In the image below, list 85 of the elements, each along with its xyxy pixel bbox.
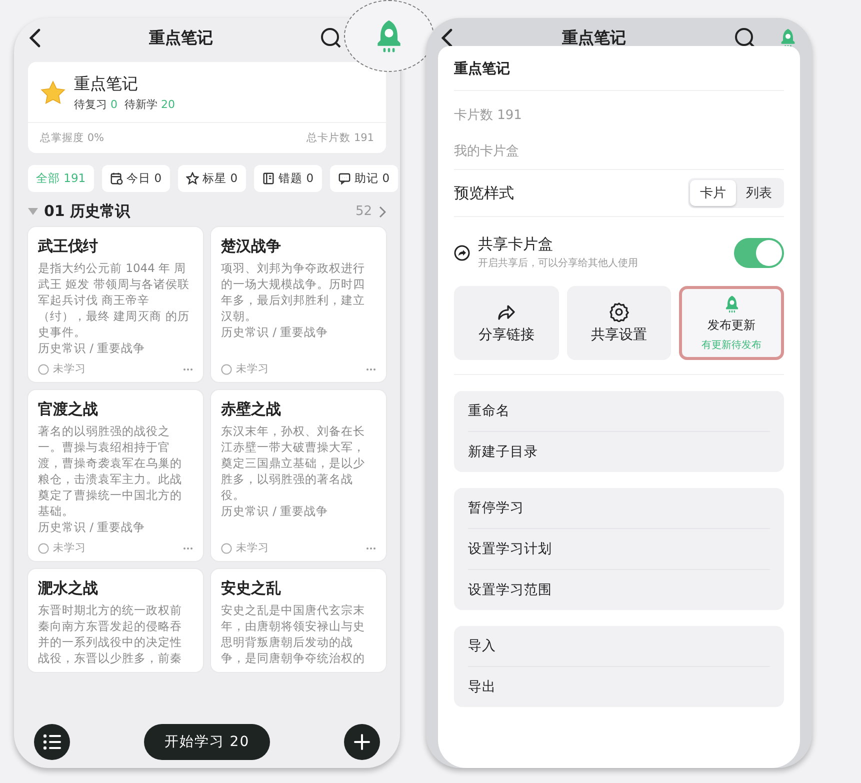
- card-title: 赤壁之战: [221, 400, 282, 419]
- study-status: 未学习: [53, 541, 87, 555]
- card-category: 历史常识 / 重要战争: [221, 503, 330, 519]
- add-button[interactable]: [344, 724, 380, 760]
- more-icon[interactable]: [366, 546, 376, 550]
- circle-icon: [38, 364, 49, 374]
- deck-title: 重点笔记: [74, 74, 139, 95]
- box-name: 我的卡片盒: [454, 143, 520, 161]
- study-status: 未学习: [53, 362, 87, 376]
- star-icon: [186, 172, 199, 185]
- action-tile[interactable]: 分享链接: [454, 286, 559, 360]
- book-icon: [262, 172, 275, 185]
- back-icon[interactable]: [28, 28, 42, 48]
- list-button[interactable]: [34, 724, 70, 760]
- deck-stats: 待复习 0 待新学 20: [74, 97, 175, 112]
- action-tile[interactable]: 发布更新 有更新待发布: [679, 286, 784, 360]
- more-icon[interactable]: [183, 368, 193, 370]
- card-description: 著名的以弱胜强的战役之一。曹操与袁绍相持于官渡，曹操奇袭袁军在乌巢的粮仓，击溃袁军主力。此战奠定了曹操统一中国北方的基础。: [38, 423, 183, 519]
- search-icon[interactable]: [320, 27, 342, 49]
- card-category: 历史常识 / 重要战争: [221, 324, 330, 340]
- back-icon[interactable]: [440, 28, 454, 48]
- circle-icon: [38, 542, 49, 554]
- menu-item[interactable]: 新建子目录: [468, 432, 770, 472]
- filter-chip[interactable]: 今日 0: [102, 165, 170, 192]
- share-subtitle: 开启共享后，可以分享给其他人使用: [478, 256, 639, 270]
- card-description: 东汉末年，孙权、刘备在长江赤壁一带大破曹操大军，奠定三国鼎立基础，是以少胜多，以弱胜强的著名战役。: [221, 423, 366, 503]
- note-card[interactable]: 官渡之战 著名的以弱胜强的战役之一。曹操与袁绍相持于官渡，曹操奇袭袁军在乌巢的粮仓，击溃袁军主力。此战奠定了曹操统一中国北方的基础。 历史常识 / 重要战争 未学习: [28, 390, 203, 561]
- list-icon: [43, 734, 61, 750]
- card-title: 淝水之战: [38, 579, 99, 598]
- pending-update-note: 有更新待发布: [702, 338, 762, 352]
- note-card[interactable]: 楚汉战争 项羽、刘邦为争夺政权进行的一场大规模战争。历时四年多，最后刘邦胜利，建立汉朝。 历史常识 / 重要战争 未学习: [211, 227, 386, 382]
- segment-option[interactable]: 列表: [736, 180, 782, 206]
- card-title: 楚汉战争: [221, 237, 282, 256]
- segment-option[interactable]: 卡片: [690, 180, 736, 206]
- more-icon[interactable]: [183, 546, 193, 550]
- calendar-icon: [110, 172, 123, 185]
- note-card[interactable]: 淝水之战 东晋时期北方的统一政权前秦向南方东晋发起的侵略吞并的一系列战役中的决定性战役，东晋以少胜多，前秦: [28, 569, 203, 672]
- circle-icon: [221, 542, 232, 554]
- page-title: 重点笔记: [561, 28, 627, 48]
- note-card[interactable]: 赤壁之战 东汉末年，孙权、刘备在长江赤壁一带大破曹操大军，奠定三国鼎立基础，是以少胜多，以弱胜强的著名战役。 历史常识 / 重要战争 未学习: [211, 390, 386, 561]
- card-count: 卡片数 191: [454, 107, 523, 125]
- section-count: 52: [355, 204, 372, 219]
- star-icon: [40, 80, 66, 106]
- menu-item[interactable]: 导出: [468, 667, 770, 707]
- menu-item[interactable]: 设置学习范围: [468, 570, 770, 610]
- card-category: 历史常识 / 重要战争: [38, 340, 146, 356]
- share-arrow-icon: [496, 302, 516, 322]
- card-category: 历史常识 / 重要战争: [38, 519, 146, 535]
- circle-icon: [221, 364, 232, 374]
- card-title: 官渡之战: [38, 400, 99, 419]
- more-icon[interactable]: [366, 368, 376, 370]
- menu-item[interactable]: 导入: [468, 626, 770, 667]
- menu-item[interactable]: 重命名: [468, 391, 770, 432]
- card-description: 是指大约公元前 1044 年 周武王 姬发 带领周与各诸侯联军起兵讨伐 商王帝辛（纣），最终 建周灭商 的历史事件。: [38, 260, 190, 340]
- filter-chip[interactable]: 标星 0: [178, 165, 246, 192]
- total-cards-label: 总卡片数 191: [306, 131, 374, 145]
- search-icon[interactable]: [734, 27, 756, 49]
- chevron-right-icon[interactable]: [378, 206, 386, 218]
- share-circle-icon: [454, 244, 470, 260]
- start-study-button[interactable]: 开始学习 20: [144, 724, 270, 760]
- filter-chip[interactable]: 助记 0: [330, 165, 398, 192]
- card-description: 东晋时期北方的统一政权前秦向南方东晋发起的侵略吞并的一系列战役中的决定性战役，东晋以少胜多，前秦: [38, 602, 183, 666]
- share-title: 共享卡片盒: [478, 235, 554, 254]
- mastery-label: 总掌握度 0%: [40, 131, 104, 145]
- card-description: 项羽、刘邦为争夺政权进行的一场大规模战争。历时四年多，最后刘邦胜利，建立汉朝。: [221, 260, 366, 324]
- card-description: 安史之乱是中国唐代玄宗末年，由唐朝将领安禄山与史思明背叛唐朝后发动的战争，是同唐朝争夺统治权的: [221, 602, 366, 666]
- page-title: 重点笔记: [148, 28, 214, 48]
- filter-chip[interactable]: 错题 0: [254, 165, 322, 192]
- note-card[interactable]: 武王伐纣 是指大约公元前 1044 年 周武王 姬发 带领周与各诸侯联军起兵讨伐 商王帝辛（纣），最终 建周灭商 的历史事件。 历史常识 / 重要战争 未学习: [28, 227, 203, 382]
- gear-icon: [608, 302, 629, 322]
- card-title: 武王伐纣: [38, 237, 99, 256]
- menu-item[interactable]: 暂停学习: [468, 488, 770, 529]
- note-card[interactable]: 安史之乱 安史之乱是中国唐代玄宗末年，由唐朝将领安禄山与史思明背叛唐朝后发动的战争，是同唐朝争夺统治权的: [211, 569, 386, 672]
- preview-style-label: 预览样式: [454, 184, 514, 202]
- chat-icon: [338, 172, 351, 185]
- action-tile[interactable]: 共享设置: [566, 286, 672, 360]
- share-toggle[interactable]: [734, 238, 784, 268]
- plus-icon: [354, 734, 370, 750]
- section-title: 01 历史常识: [44, 202, 132, 221]
- sheet-title: 重点笔记: [454, 46, 784, 91]
- card-title: 安史之乱: [221, 579, 282, 598]
- study-status: 未学习: [236, 541, 270, 555]
- expand-triangle-icon[interactable]: [28, 208, 38, 215]
- study-status: 未学习: [236, 362, 270, 376]
- menu-item[interactable]: 设置学习计划: [468, 529, 770, 570]
